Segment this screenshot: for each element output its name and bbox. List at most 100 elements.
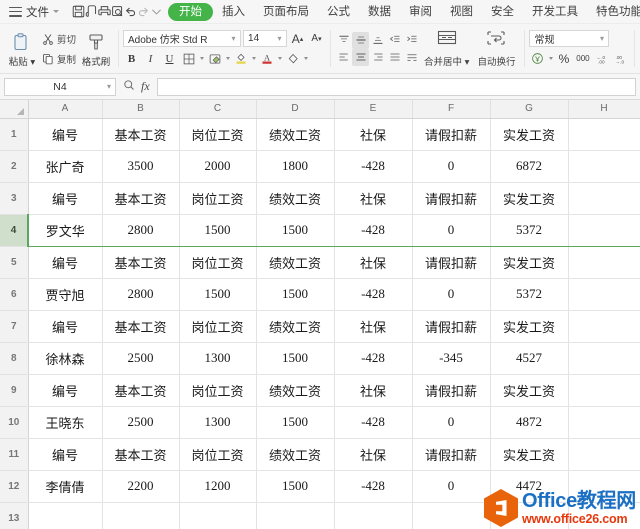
insert-function-icon[interactable]: fx <box>141 79 150 94</box>
cell-B10[interactable]: 2500 <box>102 406 180 439</box>
cell-G7[interactable]: 实发工资 <box>490 310 569 343</box>
cell-A11[interactable]: 编号 <box>28 438 103 471</box>
grow-font-button[interactable]: A ▴ <box>289 30 306 47</box>
table-row[interactable]: 7 编号 基本工资 岗位工资 绩效工资 社保 请假扣薪 实发工资 <box>0 310 640 343</box>
tab-developer[interactable]: 开发工具 <box>523 3 587 21</box>
cell-C7[interactable]: 岗位工资 <box>179 310 257 343</box>
copy-button[interactable]: 复制 <box>39 49 79 69</box>
cell-C12[interactable]: 1200 <box>179 470 257 503</box>
cell-E10[interactable]: -428 <box>334 406 413 439</box>
chevron-down-icon[interactable] <box>200 57 205 60</box>
cell-H7[interactable] <box>568 310 640 343</box>
cell-F3[interactable]: 请假扣薪 <box>412 182 491 215</box>
cell-B1[interactable]: 基本工资 <box>102 118 180 151</box>
table-row[interactable]: 12 李倩倩 2200 1200 1500 -428 0 4472 <box>0 470 640 503</box>
cell-C1[interactable]: 岗位工资 <box>179 118 257 151</box>
cell-E2[interactable]: -428 <box>334 150 413 183</box>
cell-G9[interactable]: 实发工资 <box>490 374 569 407</box>
cell-H4[interactable] <box>568 213 640 247</box>
column-header-b[interactable]: B <box>102 100 180 119</box>
cell-B7[interactable]: 基本工资 <box>102 310 180 343</box>
cell-C5[interactable]: 岗位工资 <box>179 246 257 279</box>
column-header-e[interactable]: E <box>334 100 413 119</box>
cell-D2[interactable]: 1800 <box>256 150 335 183</box>
align-center-button[interactable] <box>352 48 370 66</box>
percent-button[interactable]: % <box>555 50 572 67</box>
tab-start[interactable]: 开始 <box>168 2 213 21</box>
cell-F4[interactable]: 0 <box>412 213 491 247</box>
row-header-1[interactable]: 1 <box>0 118 29 151</box>
currency-button[interactable] <box>529 50 546 67</box>
cell-D4[interactable]: 1500 <box>256 213 335 247</box>
cell-H10[interactable] <box>568 406 640 439</box>
underline-button[interactable]: U <box>161 50 178 67</box>
name-box[interactable]: N4 ▾ <box>4 77 116 96</box>
table-row[interactable]: 8 徐林森 2500 1300 1500 -428 -345 4527 <box>0 342 640 375</box>
table-row[interactable]: 6 贾守旭 2800 1500 1500 -428 0 5372 <box>0 278 640 311</box>
cell-D8[interactable]: 1500 <box>256 342 335 375</box>
clear-format-button[interactable] <box>284 50 301 67</box>
cell-C10[interactable]: 1300 <box>179 406 257 439</box>
cell-F5[interactable]: 请假扣薪 <box>412 246 491 279</box>
cell-A9[interactable]: 编号 <box>28 374 103 407</box>
cell-H13[interactable] <box>568 502 640 529</box>
cell-F2[interactable]: 0 <box>412 150 491 183</box>
print-preview-icon[interactable] <box>85 2 98 22</box>
cell-E3[interactable]: 社保 <box>334 182 413 215</box>
chevron-down-icon[interactable] <box>304 57 309 60</box>
cell-A12[interactable]: 李倩倩 <box>28 470 103 503</box>
cell-F1[interactable]: 请假扣薪 <box>412 118 491 151</box>
column-header-f[interactable]: F <box>412 100 491 119</box>
tab-view[interactable]: 视图 <box>441 3 482 21</box>
formula-input[interactable] <box>156 77 636 96</box>
column-header-d[interactable]: D <box>256 100 335 119</box>
cell-E13[interactable] <box>334 502 413 529</box>
column-header-a[interactable]: A <box>28 100 103 119</box>
cell-G4[interactable]: 5372 <box>490 213 569 247</box>
cell-H5[interactable] <box>568 246 640 279</box>
cell-H1[interactable] <box>568 118 640 151</box>
tab-review[interactable]: 审阅 <box>400 3 441 21</box>
cell-B11[interactable]: 基本工资 <box>102 438 180 471</box>
cell-F7[interactable]: 请假扣薪 <box>412 310 491 343</box>
cell-A10[interactable]: 王晓东 <box>28 406 103 439</box>
cell-A5[interactable]: 编号 <box>28 246 103 279</box>
tab-special-features[interactable]: 特色功能 <box>587 3 640 21</box>
cell-H9[interactable] <box>568 374 640 407</box>
cell-E5[interactable]: 社保 <box>334 246 413 279</box>
align-bottom-button[interactable] <box>369 32 386 49</box>
borders-button[interactable] <box>180 50 197 67</box>
cell-E1[interactable]: 社保 <box>334 118 413 151</box>
cell-D9[interactable]: 绩效工资 <box>256 374 335 407</box>
format-painter-button[interactable]: 格式刷 <box>79 26 113 72</box>
row-header-12[interactable]: 12 <box>0 470 29 503</box>
column-header-g[interactable]: G <box>490 100 569 119</box>
cell-E7[interactable]: 社保 <box>334 310 413 343</box>
cell-B4[interactable]: 2800 <box>102 213 180 247</box>
cut-button[interactable]: 剪切 <box>39 29 79 49</box>
cell-G3[interactable]: 实发工资 <box>490 182 569 215</box>
cell-C13[interactable] <box>179 502 257 529</box>
cell-B13[interactable] <box>102 502 180 529</box>
cell-B5[interactable]: 基本工资 <box>102 246 180 279</box>
cell-H2[interactable] <box>568 150 640 183</box>
cell-F10[interactable]: 0 <box>412 406 491 439</box>
cell-H3[interactable] <box>568 182 640 215</box>
decrease-indent-button[interactable] <box>386 32 403 49</box>
cell-G12[interactable]: 4472 <box>490 470 569 503</box>
cell-C4[interactable]: 1500 <box>179 213 257 247</box>
save-icon[interactable] <box>72 2 85 22</box>
align-top-button[interactable] <box>335 32 352 49</box>
row-header-2[interactable]: 2 <box>0 150 29 183</box>
chevron-down-icon[interactable] <box>549 57 554 60</box>
merge-center-button[interactable]: 合并居中 ▾ <box>420 26 473 72</box>
cell-H11[interactable] <box>568 438 640 471</box>
cell-H8[interactable] <box>568 342 640 375</box>
cell-C8[interactable]: 1300 <box>179 342 257 375</box>
cell-D5[interactable]: 绩效工资 <box>256 246 335 279</box>
cell-G8[interactable]: 4527 <box>490 342 569 375</box>
redo-icon[interactable] <box>137 2 150 22</box>
cell-C3[interactable]: 岗位工资 <box>179 182 257 215</box>
shrink-font-button[interactable]: A ▾ <box>308 30 325 47</box>
cell-A2[interactable]: 张广奇 <box>28 150 103 183</box>
